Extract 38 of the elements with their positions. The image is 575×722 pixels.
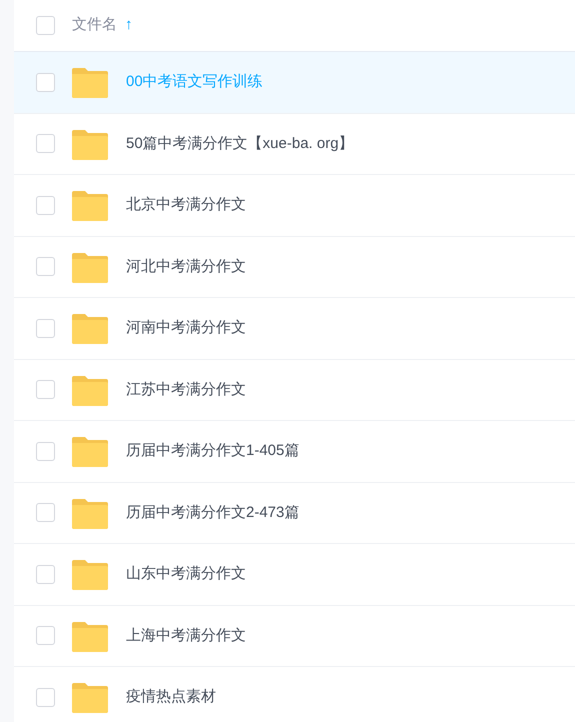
checkbox[interactable] (36, 380, 55, 400)
folder-name[interactable]: 北京中考满分作文 (126, 194, 246, 216)
folder-icon (72, 558, 108, 590)
folder-icon (72, 189, 108, 222)
file-row[interactable]: 50篇中考满分作文【xue-ba. org】 (14, 114, 575, 175)
checkbox[interactable] (36, 503, 55, 522)
folder-name[interactable]: 历届中考满分作文1-405篇 (126, 440, 300, 462)
folder-name[interactable]: 历届中考满分作文2-473篇 (126, 502, 300, 524)
file-row[interactable]: 江苏中考满分作文 (14, 360, 575, 421)
folder-icon (72, 374, 108, 406)
folder-icon (72, 250, 108, 283)
folder-name[interactable]: 江苏中考满分作文 (126, 378, 246, 401)
folder-name[interactable]: 疫情热点素材 (126, 686, 216, 708)
folder-name[interactable]: 河南中考满分作文 (126, 317, 246, 340)
file-row[interactable]: 河北中考满分作文 (14, 236, 575, 298)
folder-name[interactable]: 河北中考满分作文 (126, 256, 246, 278)
folder-icon (72, 435, 108, 468)
checkbox[interactable] (36, 16, 55, 35)
file-row[interactable]: 历届中考满分作文2-473篇 (14, 482, 575, 544)
folder-icon (72, 128, 108, 160)
checkbox[interactable] (36, 564, 55, 584)
checkbox[interactable] (36, 72, 55, 92)
folder-icon (72, 66, 108, 98)
folder-icon (72, 312, 108, 344)
checkbox[interactable] (36, 257, 55, 276)
checkbox[interactable] (36, 626, 55, 646)
checkbox[interactable] (36, 196, 55, 215)
folder-icon (72, 681, 108, 714)
folder-icon (72, 496, 108, 529)
checkbox[interactable] (36, 134, 55, 154)
checkbox[interactable] (36, 688, 55, 707)
folder-icon (72, 620, 108, 652)
folder-name[interactable]: 50篇中考满分作文【xue-ba. org】 (126, 132, 354, 155)
file-row[interactable]: 上海中考满分作文 (14, 606, 575, 667)
checkbox[interactable] (36, 318, 55, 338)
checkbox[interactable] (36, 442, 55, 461)
folder-name[interactable]: 山东中考满分作文 (126, 563, 246, 586)
folder-name[interactable]: 上海中考满分作文 (126, 624, 246, 647)
